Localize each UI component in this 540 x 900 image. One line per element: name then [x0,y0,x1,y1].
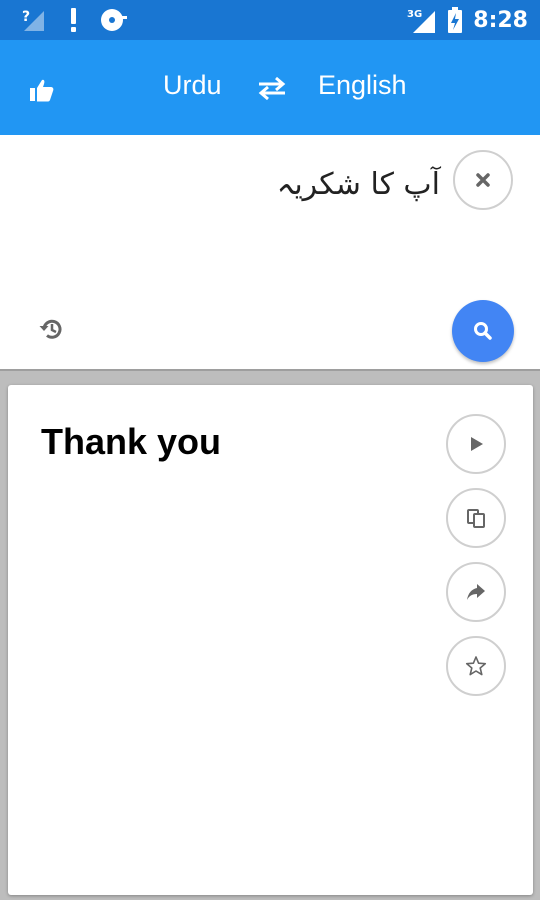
target-language-button[interactable]: English [318,70,407,101]
svg-text:?: ? [22,9,30,25]
status-time: 8:28 [473,7,528,33]
source-language-button[interactable]: Urdu [163,70,222,101]
alert-icon [71,8,76,32]
swap-icon[interactable] [257,76,287,100]
favorite-button[interactable] [446,636,506,696]
thumbs-up-icon[interactable] [28,76,56,104]
battery-charging-icon [448,7,463,33]
copy-icon [467,509,485,528]
translation-text: Thank you [41,421,222,462]
search-button[interactable] [452,300,514,362]
share-button[interactable] [446,562,506,622]
search-icon [474,322,492,340]
toolbar: Urdu English [0,40,540,135]
clear-button[interactable] [453,150,513,210]
play-button[interactable] [446,414,506,474]
signal-3g-icon: 3G [407,9,436,33]
history-icon[interactable] [38,316,64,342]
input-textarea[interactable]: آپ کا شکریہ [277,167,440,202]
signal-unknown-icon: ? [22,9,44,31]
star-icon [465,656,487,676]
clear-icon [476,173,490,187]
network-label: 3G [407,9,422,20]
copy-button[interactable] [446,488,506,548]
play-icon [471,437,483,451]
status-left-icons: ? [20,6,128,34]
status-right-icons: 3G 8:28 [407,6,528,34]
input-panel: آپ کا شکریہ [0,135,540,371]
result-card: Thank you [8,385,533,895]
vinyl-icon [101,9,127,31]
share-icon [467,584,485,600]
status-bar: ? 3G 8:28 [0,0,540,40]
